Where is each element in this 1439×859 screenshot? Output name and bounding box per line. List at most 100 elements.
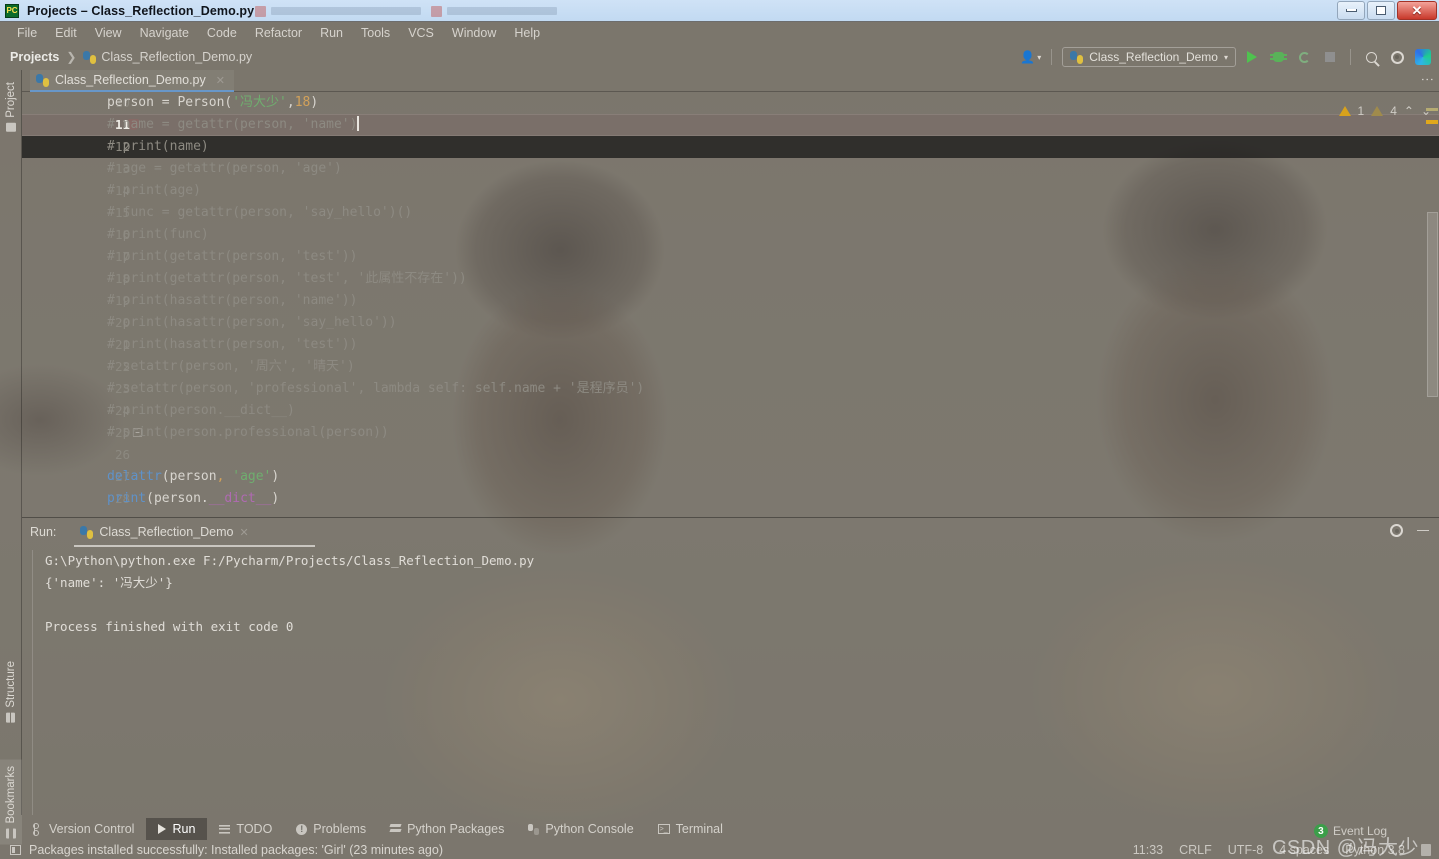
run-tab[interactable]: Class_Reflection_Demo ✕ <box>74 522 316 547</box>
console-line: Process finished with exit code 0 <box>45 619 294 634</box>
tool-button-todo[interactable]: TODO <box>207 818 284 840</box>
pycharm-window: PC Projects – Class_Reflection_Demo.py ✕… <box>0 0 1439 859</box>
coverage-icon <box>1298 51 1310 63</box>
sidebar-item-project[interactable]: Project <box>0 76 22 138</box>
window-title: Projects – Class_Reflection_Demo.py <box>27 3 255 18</box>
code-line[interactable]: 25− # print(person.professional(person)) <box>82 422 1439 444</box>
tool-button-python-packages[interactable]: Python Packages <box>378 818 516 840</box>
status-line-separator[interactable]: CRLF <box>1179 843 1212 857</box>
code-line[interactable]: 28 print(person.__dict__) <box>82 488 1439 510</box>
close-button[interactable]: ✕ <box>1397 1 1437 20</box>
tool-button-problems[interactable]: ! Problems <box>284 818 378 840</box>
warning-count: 4 <box>1390 104 1397 118</box>
menu-code[interactable]: Code <box>198 22 246 44</box>
editor-tab[interactable]: Class_Reflection_Demo.py ✕ <box>30 70 234 92</box>
chevron-down-icon: ▾ <box>1223 52 1228 62</box>
menu-view[interactable]: View <box>86 22 131 44</box>
menu-tools[interactable]: Tools <box>352 22 399 44</box>
tool-button-terminal[interactable]: >_ Terminal <box>646 818 735 840</box>
code-content[interactable]: 10 person = Person('冯大少',18) 11 # name = ge… <box>22 92 1439 517</box>
menu-window[interactable]: Window <box>443 22 505 44</box>
code-editor[interactable]: 10 person = Person('冯大少',18) 11 # name = ge… <box>22 92 1439 517</box>
play-icon <box>1247 51 1257 63</box>
account-button[interactable]: 👤 ▾ <box>1020 50 1041 64</box>
menu-edit[interactable]: Edit <box>46 22 86 44</box>
gear-icon <box>1390 50 1404 64</box>
code-text: # print(age) <box>107 183 201 198</box>
breadcrumb-root[interactable]: Projects <box>10 50 59 64</box>
editor-scrollbar[interactable] <box>1425 92 1439 517</box>
status-time: 11:33 <box>1132 842 1164 857</box>
scrollbar-thumb[interactable] <box>1427 212 1438 397</box>
tool-button-version-control[interactable]: Version Control <box>22 818 146 840</box>
sidebar-item-structure[interactable]: Structure <box>0 655 22 729</box>
coverage-button[interactable] <box>1294 47 1314 67</box>
code-line[interactable]: 19 # print(hasattr(person, 'name')) <box>82 290 1439 312</box>
menu-refactor[interactable]: Refactor <box>246 22 311 44</box>
code-line[interactable]: 12 # print(name) <box>22 136 1439 158</box>
run-button[interactable] <box>1242 47 1262 67</box>
menu-help[interactable]: Help <box>505 22 549 44</box>
python-file-icon <box>83 50 97 64</box>
main-toolbar: 👤 ▾ Class_Reflection_Demo ▾ <box>1020 44 1433 70</box>
breadcrumb-file[interactable]: Class_Reflection_Demo.py <box>83 50 252 64</box>
code-text: # print(hasattr(person, 'test')) <box>107 337 358 352</box>
stack-icon <box>390 824 401 834</box>
search-everywhere-button[interactable] <box>1361 47 1381 67</box>
inspection-widget[interactable]: 1 4 ⌃ ⌄ <box>1338 104 1431 118</box>
lock-icon[interactable] <box>1421 843 1431 856</box>
status-message: Packages installed successfully: Install… <box>29 842 444 857</box>
minimize-button[interactable] <box>1337 1 1365 20</box>
breadcrumb-file-label: Class_Reflection_Demo.py <box>101 50 253 64</box>
code-text: # print(person.__dict__) <box>107 403 295 418</box>
menu-file[interactable]: File <box>8 22 46 44</box>
sidebar-label-project: Project <box>5 82 17 118</box>
code-line[interactable]: 22 # setattr(person, '周六', '晴天') <box>82 356 1439 378</box>
line-number: 26 <box>114 447 130 462</box>
code-line[interactable]: 15 # func = getattr(person, 'say_hello')(… <box>82 202 1439 224</box>
minimize-icon[interactable] <box>1417 529 1429 532</box>
code-line[interactable]: 13 # age = getattr(person, 'age') <box>82 158 1439 180</box>
code-line[interactable]: 14 # print(age) <box>82 180 1439 202</box>
code-line[interactable]: 23 # setattr(person, 'professional', lamb… <box>82 378 1439 400</box>
notification-icon[interactable] <box>10 844 21 855</box>
code-line[interactable]: 11 # name = getattr(person, 'name') <box>22 114 1439 136</box>
stop-button[interactable] <box>1320 47 1340 67</box>
ide-update-icon <box>1415 49 1431 65</box>
kebab-menu-icon[interactable]: ⋮ <box>1420 73 1435 86</box>
chevron-up-icon[interactable]: ⌃ <box>1404 104 1414 118</box>
warning-marker[interactable] <box>1426 120 1438 124</box>
tool-button-python-console[interactable]: Python Console <box>516 818 645 840</box>
error-icon <box>1338 106 1351 116</box>
status-encoding[interactable]: UTF-8 <box>1228 843 1263 857</box>
code-line[interactable]: 20 # print(hasattr(person, 'say_hello')) <box>82 312 1439 334</box>
code-line[interactable]: 24 # print(person.__dict__) <box>82 400 1439 422</box>
background-browser-tabs <box>255 0 557 22</box>
menu-vcs[interactable]: VCS <box>399 22 443 44</box>
maximize-button[interactable] <box>1367 1 1395 20</box>
settings-button[interactable] <box>1387 47 1407 67</box>
run-console[interactable]: G:\Python\python.exe F:/Pycharm/Projects… <box>32 550 1423 815</box>
code-line[interactable]: 27 delattr(person, 'age') <box>82 466 1439 488</box>
console-line: G:\Python\python.exe F:/Pycharm/Projects… <box>45 553 535 568</box>
menu-run[interactable]: Run <box>311 22 352 44</box>
debug-button[interactable] <box>1268 47 1288 67</box>
sidebar-label-bookmarks: Bookmarks <box>5 766 17 824</box>
close-icon[interactable]: ✕ <box>216 74 225 87</box>
tool-label: Python Packages <box>407 822 505 836</box>
close-icon[interactable]: ✕ <box>240 526 249 539</box>
code-line[interactable]: 18 # print(getattr(person, 'test', '此属性不存… <box>82 268 1439 290</box>
code-line[interactable]: 21 # print(hasattr(person, 'test')) <box>82 334 1439 356</box>
updates-button[interactable] <box>1413 47 1433 67</box>
menu-navigate[interactable]: Navigate <box>131 22 198 44</box>
code-line[interactable]: 10 person = Person('冯大少',18) <box>82 92 1439 114</box>
gear-icon[interactable] <box>1390 524 1403 537</box>
chevron-down-icon[interactable]: ⌄ <box>1421 104 1431 118</box>
code-line[interactable]: 17 # print(getattr(person, 'test')) <box>82 246 1439 268</box>
code-line[interactable]: 16 # print(func) <box>82 224 1439 246</box>
stop-icon <box>1325 52 1335 62</box>
code-line[interactable]: 26 <box>82 444 1439 466</box>
error-count: 1 <box>1357 104 1365 118</box>
run-configuration-selector[interactable]: Class_Reflection_Demo ▾ <box>1062 47 1236 67</box>
tool-button-run[interactable]: Run <box>146 818 208 840</box>
